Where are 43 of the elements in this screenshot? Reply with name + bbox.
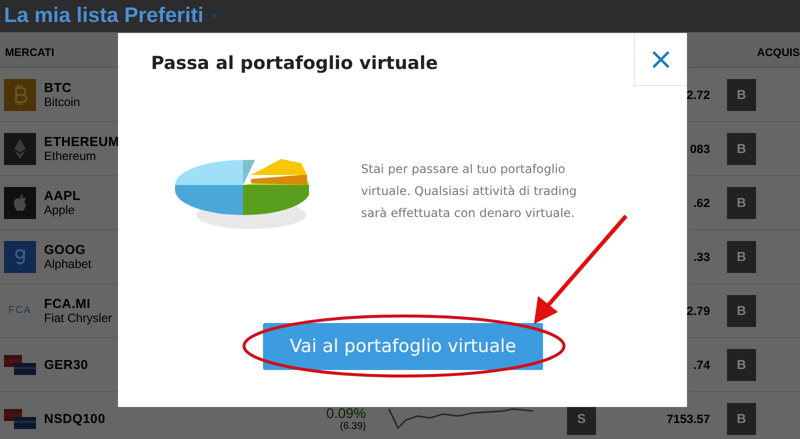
market-ticker: ETHEREUM: [44, 134, 120, 149]
market-name: Bitcoin: [44, 95, 80, 109]
market-ticker: FCA.MI: [44, 296, 92, 311]
flag-icon: [4, 354, 36, 374]
market-name: Apple: [44, 203, 76, 217]
buy-button[interactable]: B: [727, 132, 756, 164]
market-name: Fiat Chrysler: [44, 311, 112, 325]
flag-icon: [4, 408, 36, 428]
change-value: (6.39): [340, 421, 366, 432]
ethereum-icon: [4, 132, 36, 164]
market-ticker: GOOG: [44, 242, 87, 257]
column-header: MERCATI: [5, 46, 54, 58]
price: 2.79: [686, 304, 711, 318]
price: 2.72: [686, 88, 711, 102]
buy-button[interactable]: B: [727, 240, 756, 272]
market-ticker: NSDQ100: [44, 411, 106, 426]
logo-text: FCA: [8, 304, 32, 318]
bitcoin-icon: [4, 78, 36, 110]
buy-button[interactable]: B: [727, 294, 756, 326]
buy-button[interactable]: B: [727, 78, 756, 110]
modal-message: Stai per passare al tuo portafoglio virtuale. Qualsiasi attività di trading sarà effettuata con denaro virtuale.: [361, 161, 578, 222]
price: .74: [693, 358, 711, 372]
market-name: Alphabet: [44, 257, 92, 271]
market-ticker: BTC: [44, 80, 73, 95]
market-ticker: GER30: [44, 357, 88, 372]
google-icon: [4, 240, 36, 272]
buy-button[interactable]: B: [727, 186, 756, 218]
column-header: ACQUIS: [757, 46, 800, 58]
change-percent: 0.09%: [326, 405, 366, 421]
buy-button[interactable]: B: [727, 348, 756, 380]
buy-button[interactable]: B: [727, 402, 756, 434]
price: 083: [690, 142, 711, 156]
market-name: Ethereum: [44, 149, 98, 163]
price: 7153.57: [666, 412, 711, 426]
price: .33: [693, 250, 711, 264]
caret-icon[interactable]: [210, 14, 218, 18]
market-ticker: AAPL: [44, 188, 81, 203]
apple-icon: [4, 186, 36, 218]
page-title[interactable]: La mia lista Preferiti: [4, 4, 204, 28]
close-button[interactable]: ×: [634, 33, 687, 86]
modal-title: Passa al portafoglio virtuale: [151, 53, 438, 74]
virtual-portfolio-button[interactable]: Vai al portafoglio virtuale: [263, 323, 543, 370]
price: .62: [693, 196, 711, 210]
